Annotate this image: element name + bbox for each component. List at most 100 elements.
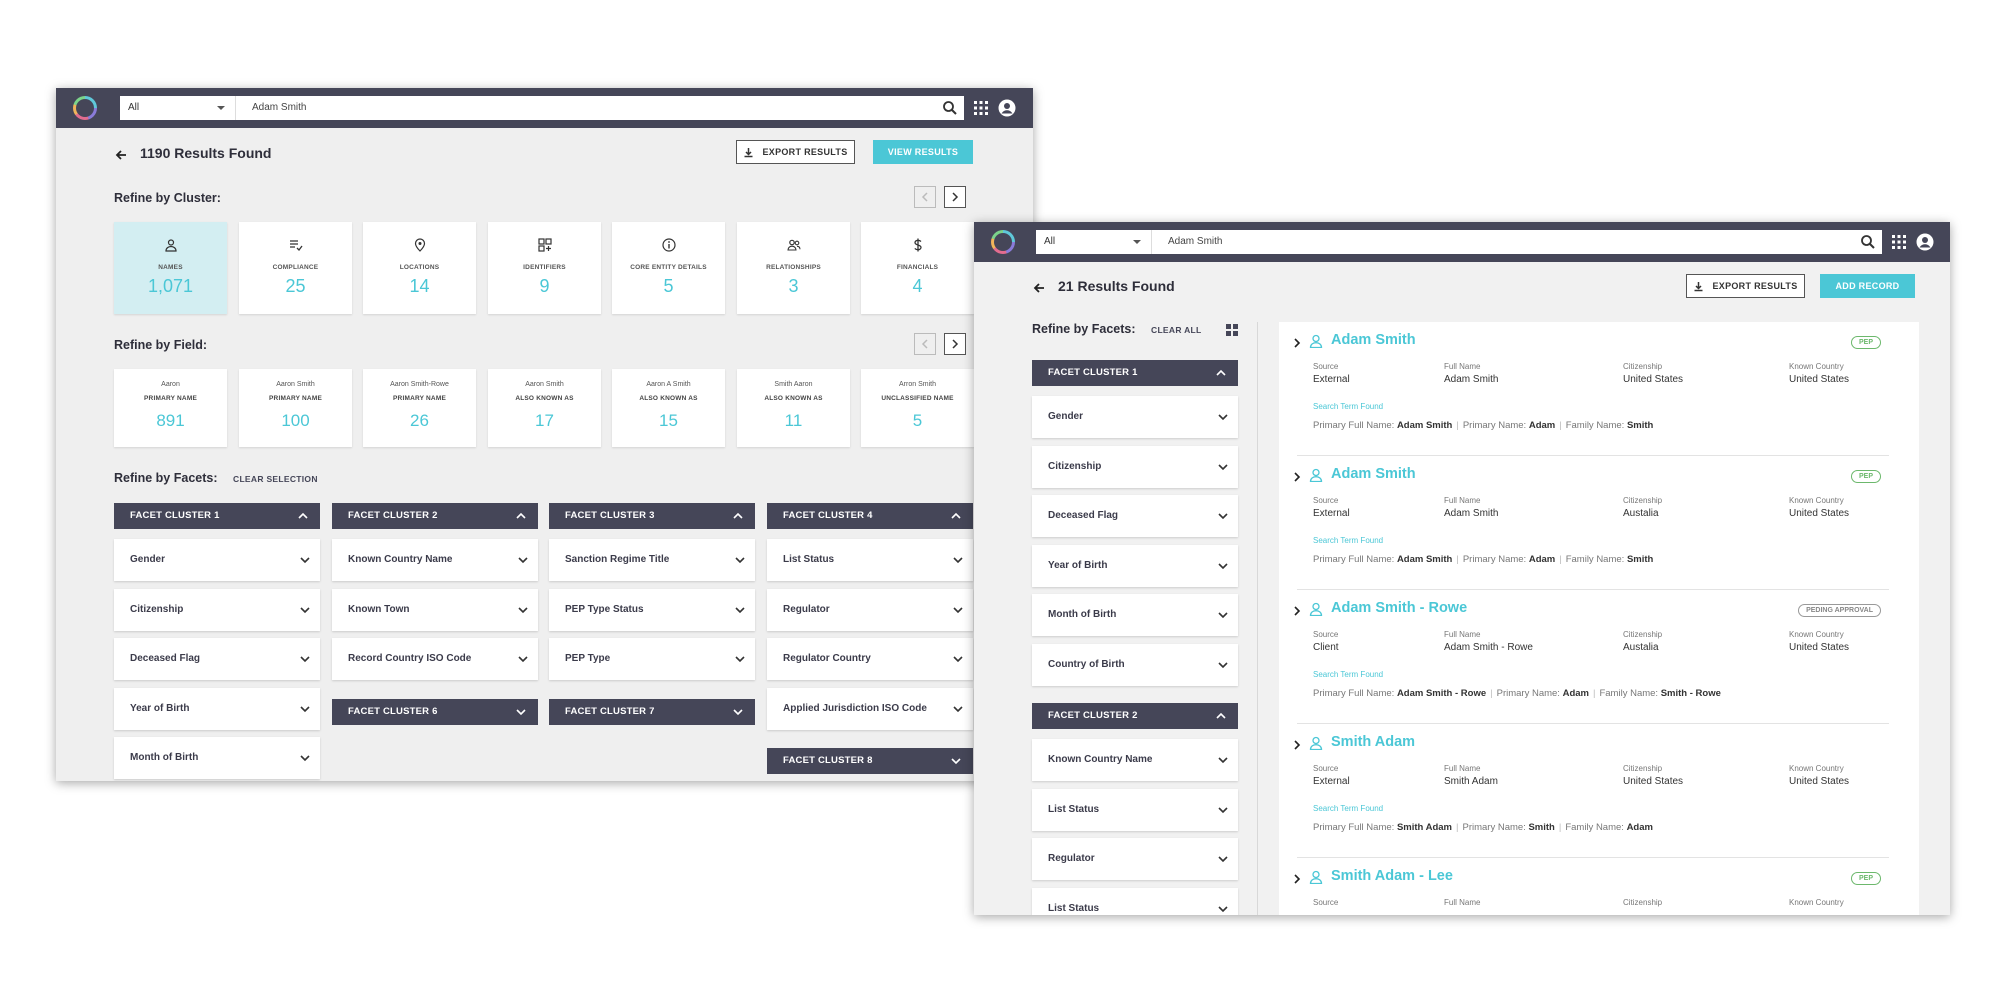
- facet-item[interactable]: PEP Type Status: [549, 588, 755, 631]
- facet-cluster-header[interactable]: FACET CLUSTER 2: [1032, 703, 1238, 729]
- result-name-link[interactable]: Smith Adam - Lee: [1331, 868, 1453, 884]
- app-logo[interactable]: [73, 96, 97, 120]
- field-card[interactable]: Aaron PRIMARY NAME 891: [114, 369, 227, 447]
- term-label: Primary Full Name:: [1313, 688, 1395, 699]
- result-row: Smith Adam - Lee PEP Source Full Name Citize…: [1279, 858, 1919, 915]
- field-name: Aaron A Smith: [646, 381, 691, 388]
- facet-item[interactable]: Deceased Flag: [1032, 495, 1238, 537]
- term-label: Primary Full Name:: [1313, 822, 1395, 833]
- facet-item[interactable]: Deceased Flag: [114, 638, 320, 680]
- export-results-button[interactable]: EXPORT RESULTS: [736, 140, 855, 164]
- facet-cluster-header[interactable]: FACET CLUSTER 4: [767, 503, 973, 529]
- cluster-prev-button[interactable]: [914, 186, 936, 208]
- export-results-button[interactable]: EXPORT RESULTS: [1686, 274, 1805, 298]
- result-name-link[interactable]: Smith Adam: [1331, 734, 1415, 750]
- view-results-button[interactable]: VIEW RESULTS: [873, 140, 973, 164]
- back-arrow-icon[interactable]: [1032, 281, 1046, 295]
- facet-cluster-header[interactable]: FACET CLUSTER 8: [767, 748, 973, 774]
- facet-item[interactable]: Citizenship: [114, 588, 320, 631]
- facet-item[interactable]: Regulator Country: [767, 638, 973, 680]
- facet-item-label: Record Country ISO Code: [348, 653, 472, 664]
- facet-item[interactable]: Gender: [1032, 396, 1238, 438]
- cluster-section-title: Refine by Cluster:: [114, 191, 221, 205]
- field-card[interactable]: Aaron Smith PRIMARY NAME 100: [239, 369, 352, 447]
- add-record-button[interactable]: ADD RECORD: [1820, 274, 1915, 298]
- account-icon[interactable]: [1916, 233, 1934, 251]
- scope-select[interactable]: All: [120, 96, 236, 120]
- field-next-button[interactable]: [944, 333, 966, 355]
- result-row: Smith Adam Source External Full Name Smith A…: [1279, 724, 1919, 858]
- facet-item[interactable]: Year of Birth: [1032, 544, 1238, 587]
- field-card[interactable]: Arron Smith UNCLASSIFIED NAME 5: [861, 369, 974, 447]
- cluster-card-financials[interactable]: FINANCIALS 4: [861, 222, 974, 314]
- search-icon[interactable]: [1860, 234, 1876, 250]
- facet-item[interactable]: List Status: [1032, 887, 1238, 915]
- facet-cluster-header[interactable]: FACET CLUSTER 7: [549, 699, 755, 725]
- result-name-link[interactable]: Adam Smith: [1331, 332, 1416, 348]
- result-name-link[interactable]: Adam Smith - Rowe: [1331, 600, 1467, 616]
- facet-item[interactable]: Known Country Name: [1032, 739, 1238, 781]
- facet-item[interactable]: List Status: [1032, 788, 1238, 831]
- expand-chevron-icon[interactable]: [1293, 740, 1301, 750]
- cluster-card-core-entity-details[interactable]: CORE ENTITY DETAILS 5: [612, 222, 725, 314]
- result-field-known-country: Known Country United States: [1789, 764, 1849, 787]
- results-list: Adam Smith PEP Source External Full Name Adam…: [1279, 322, 1919, 915]
- chevron-down-icon: [300, 755, 310, 762]
- expand-chevron-icon[interactable]: [1293, 338, 1301, 348]
- term-value: Smith: [1528, 822, 1555, 833]
- cluster-card-compliance[interactable]: COMPLIANCE 25: [239, 222, 352, 314]
- search-input[interactable]: Adam Smith: [1152, 230, 1882, 254]
- cluster-card-locations[interactable]: LOCATIONS 14: [363, 222, 476, 314]
- facet-item[interactable]: Month of Birth: [114, 737, 320, 779]
- chevron-down-icon: [300, 656, 310, 663]
- apps-grid-icon[interactable]: [972, 99, 990, 117]
- facet-cluster-header[interactable]: FACET CLUSTER 6: [332, 699, 538, 725]
- field-card[interactable]: Smith Aaron ALSO KNOWN AS 11: [737, 369, 850, 447]
- facet-item[interactable]: List Status: [767, 539, 973, 581]
- facet-item[interactable]: Sanction Regime Title: [549, 539, 755, 581]
- search-input[interactable]: Adam Smith: [236, 96, 964, 120]
- chevron-down-icon: [1218, 612, 1228, 619]
- facet-item[interactable]: Known Country Name: [332, 539, 538, 581]
- expand-chevron-icon[interactable]: [1293, 606, 1301, 616]
- facet-item[interactable]: PEP Type: [549, 638, 755, 680]
- app-logo[interactable]: [991, 230, 1015, 254]
- search-icon[interactable]: [942, 100, 958, 116]
- clear-selection-link[interactable]: CLEAR SELECTION: [233, 474, 318, 484]
- result-name-link[interactable]: Adam Smith: [1331, 466, 1416, 482]
- grid-view-icon[interactable]: [1226, 324, 1238, 336]
- facet-cluster-header[interactable]: FACET CLUSTER 2: [332, 503, 538, 529]
- field-value: External: [1313, 508, 1350, 519]
- field-card[interactable]: Aaron Smith ALSO KNOWN AS 17: [488, 369, 601, 447]
- clear-all-link[interactable]: CLEAR ALL: [1151, 325, 1202, 335]
- back-arrow-icon[interactable]: [114, 148, 128, 162]
- facet-item[interactable]: Regulator: [1032, 838, 1238, 880]
- facet-item[interactable]: Month of Birth: [1032, 594, 1238, 636]
- cluster-card-names[interactable]: NAMES 1,071: [114, 222, 227, 314]
- facet-item[interactable]: Record Country ISO Code: [332, 638, 538, 680]
- facet-item[interactable]: Gender: [114, 539, 320, 581]
- scope-select[interactable]: All: [1036, 230, 1152, 254]
- apps-grid-icon[interactable]: [1890, 233, 1908, 251]
- field-card[interactable]: Aaron A Smith ALSO KNOWN AS 15: [612, 369, 725, 447]
- field-value: United States: [1623, 374, 1684, 385]
- facet-item[interactable]: Applied Jurisdiction ISO Code: [767, 687, 973, 730]
- facet-cluster-header[interactable]: FACET CLUSTER 1: [1032, 360, 1238, 386]
- expand-chevron-icon[interactable]: [1293, 472, 1301, 482]
- facet-item[interactable]: Regulator: [767, 588, 973, 631]
- cluster-card-identifiers[interactable]: IDENTIFIERS 9: [488, 222, 601, 314]
- scope-value: All: [1044, 236, 1056, 247]
- expand-chevron-icon[interactable]: [1293, 874, 1301, 884]
- account-icon[interactable]: [998, 99, 1016, 117]
- facet-cluster-header[interactable]: FACET CLUSTER 3: [549, 503, 755, 529]
- field-prev-button[interactable]: [914, 333, 936, 355]
- facet-item[interactable]: Known Town: [332, 588, 538, 631]
- facet-item[interactable]: Citizenship: [1032, 445, 1238, 488]
- field-card[interactable]: Aaron Smith-Rowe PRIMARY NAME 26: [363, 369, 476, 447]
- separator: |: [1559, 420, 1562, 431]
- cluster-next-button[interactable]: [944, 186, 966, 208]
- facet-cluster-header[interactable]: FACET CLUSTER 1: [114, 503, 320, 529]
- facet-item[interactable]: Year of Birth: [114, 687, 320, 730]
- cluster-card-relationships[interactable]: RELATIONSHIPS 3: [737, 222, 850, 314]
- facet-item[interactable]: Country of Birth: [1032, 643, 1238, 686]
